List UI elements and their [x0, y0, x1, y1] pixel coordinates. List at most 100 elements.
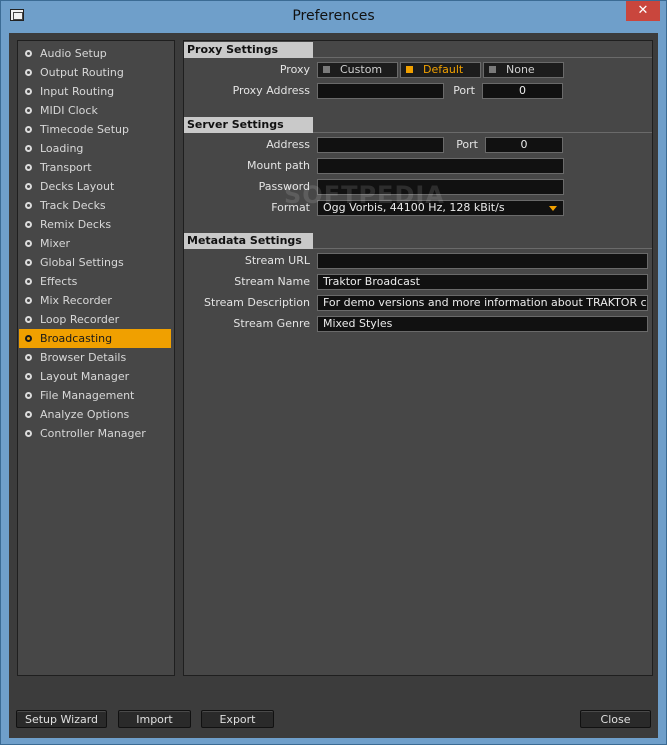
sidebar-item-label: Browser Details [40, 351, 127, 364]
sidebar-item-loading[interactable]: Loading [19, 139, 171, 158]
sidebar-item-browser-details[interactable]: Browser Details [19, 348, 171, 367]
proxy-port-input[interactable]: 0 [482, 83, 563, 99]
sidebar-item-label: Output Routing [40, 66, 124, 79]
sidebar-item-label: MIDI Clock [40, 104, 98, 117]
sidebar-item-output-routing[interactable]: Output Routing [19, 63, 171, 82]
radio-dot-icon [25, 50, 32, 57]
radio-dot-icon [25, 335, 32, 342]
sidebar-item-label: Layout Manager [40, 370, 130, 383]
main-panel: Proxy Settings Proxy Custom Default None… [183, 40, 653, 676]
radio-dot-icon [25, 69, 32, 76]
stream-genre-input[interactable]: Mixed Styles [317, 316, 648, 332]
mount-path-label: Mount path [247, 159, 310, 172]
sidebar-item-loop-recorder[interactable]: Loop Recorder [19, 310, 171, 329]
sidebar-item-remix-decks[interactable]: Remix Decks [19, 215, 171, 234]
radio-dot-icon [25, 354, 32, 361]
window-close-icon[interactable]: ✕ [626, 1, 660, 21]
watermark: SOFTPEDIA [284, 181, 445, 209]
import-button[interactable]: Import [118, 710, 191, 728]
proxy-port-label: Port [453, 84, 475, 97]
sidebar-item-label: Transport [40, 161, 92, 174]
sidebar-item-transport[interactable]: Transport [19, 158, 171, 177]
sidebar-item-label: Mix Recorder [40, 294, 112, 307]
close-button[interactable]: Close [580, 710, 651, 728]
server-port-label: Port [456, 138, 478, 151]
sidebar-item-midi-clock[interactable]: MIDI Clock [19, 101, 171, 120]
sidebar-item-track-decks[interactable]: Track Decks [19, 196, 171, 215]
radio-dot-icon [25, 392, 32, 399]
title-bar[interactable]: Preferences ✕ [1, 1, 666, 33]
stream-name-input[interactable]: Traktor Broadcast [317, 274, 648, 290]
radio-dot-icon [25, 202, 32, 209]
sidebar-item-label: Loop Recorder [40, 313, 120, 326]
radio-dot-icon [25, 430, 32, 437]
proxy-option-custom[interactable]: Custom [317, 62, 398, 78]
sidebar-item-label: Timecode Setup [40, 123, 129, 136]
sidebar-item-label: Effects [40, 275, 78, 288]
sidebar-item-label: Broadcasting [40, 332, 113, 345]
sidebar-item-layout-manager[interactable]: Layout Manager [19, 367, 171, 386]
sidebar-item-label: Global Settings [40, 256, 124, 269]
sidebar-item-decks-layout[interactable]: Decks Layout [19, 177, 171, 196]
sidebar-item-broadcasting[interactable]: Broadcasting [19, 329, 171, 348]
sidebar-item-controller-manager[interactable]: Controller Manager [19, 424, 171, 443]
radio-dot-icon [25, 221, 32, 228]
sidebar-item-global-settings[interactable]: Global Settings [19, 253, 171, 272]
sidebar-item-audio-setup[interactable]: Audio Setup [19, 44, 171, 63]
radio-dot-icon [25, 240, 32, 247]
proxy-option-none[interactable]: None [483, 62, 564, 78]
sidebar-item-label: Analyze Options [40, 408, 130, 421]
stream-url-label: Stream URL [244, 254, 310, 267]
sidebar-item-input-routing[interactable]: Input Routing [19, 82, 171, 101]
radio-dot-icon [25, 411, 32, 418]
mount-path-input[interactable] [317, 158, 564, 174]
radio-dot-icon [25, 164, 32, 171]
proxy-settings-header: Proxy Settings [184, 42, 313, 58]
sidebar-item-label: Controller Manager [40, 427, 146, 440]
proxy-address-input[interactable] [317, 83, 444, 99]
server-address-label: Address [266, 138, 310, 151]
sidebar-item-timecode-setup[interactable]: Timecode Setup [19, 120, 171, 139]
radio-dot-icon [25, 88, 32, 95]
sidebar-item-label: Track Decks [40, 199, 106, 212]
sidebar-item-label: Loading [40, 142, 84, 155]
proxy-option-default[interactable]: Default [400, 62, 481, 78]
radio-dot-icon [25, 316, 32, 323]
sidebar-item-label: Audio Setup [40, 47, 107, 60]
default-check-icon [406, 66, 413, 73]
metadata-settings-header: Metadata Settings [184, 233, 313, 249]
sidebar-item-label: Input Routing [40, 85, 115, 98]
stream-genre-label: Stream Genre [233, 317, 310, 330]
chevron-down-icon [549, 206, 557, 211]
sidebar-item-label: Remix Decks [40, 218, 112, 231]
sidebar-item-effects[interactable]: Effects [19, 272, 171, 291]
radio-dot-icon [25, 297, 32, 304]
server-address-input[interactable] [317, 137, 444, 153]
sidebar-item-file-management[interactable]: File Management [19, 386, 171, 405]
stream-description-input[interactable]: For demo versions and more information a… [317, 295, 648, 311]
stream-description-label: Stream Description [204, 296, 310, 309]
custom-check-icon [323, 66, 330, 73]
radio-dot-icon [25, 278, 32, 285]
radio-dot-icon [25, 373, 32, 380]
radio-dot-icon [25, 259, 32, 266]
metadata-divider [313, 248, 652, 249]
radio-dot-icon [25, 107, 32, 114]
proxy-label: Proxy [279, 63, 310, 76]
server-settings-header: Server Settings [184, 117, 313, 133]
sidebar-item-mixer[interactable]: Mixer [19, 234, 171, 253]
sidebar: Audio Setup Output Routing Input Routing MI… [17, 40, 175, 676]
window-title: Preferences [292, 8, 375, 24]
sidebar-item-mix-recorder[interactable]: Mix Recorder [19, 291, 171, 310]
export-button[interactable]: Export [201, 710, 274, 728]
stream-name-label: Stream Name [234, 275, 310, 288]
setup-wizard-button[interactable]: Setup Wizard [16, 710, 107, 728]
server-port-input[interactable]: 0 [485, 137, 563, 153]
sidebar-item-analyze-options[interactable]: Analyze Options [19, 405, 171, 424]
radio-dot-icon [25, 145, 32, 152]
sidebar-item-label: File Management [40, 389, 135, 402]
none-check-icon [489, 66, 496, 73]
preferences-window: Preferences ✕ Audio Setup Output Routing I… [0, 0, 667, 745]
proxy-divider [313, 57, 652, 58]
stream-url-input[interactable] [317, 253, 648, 269]
